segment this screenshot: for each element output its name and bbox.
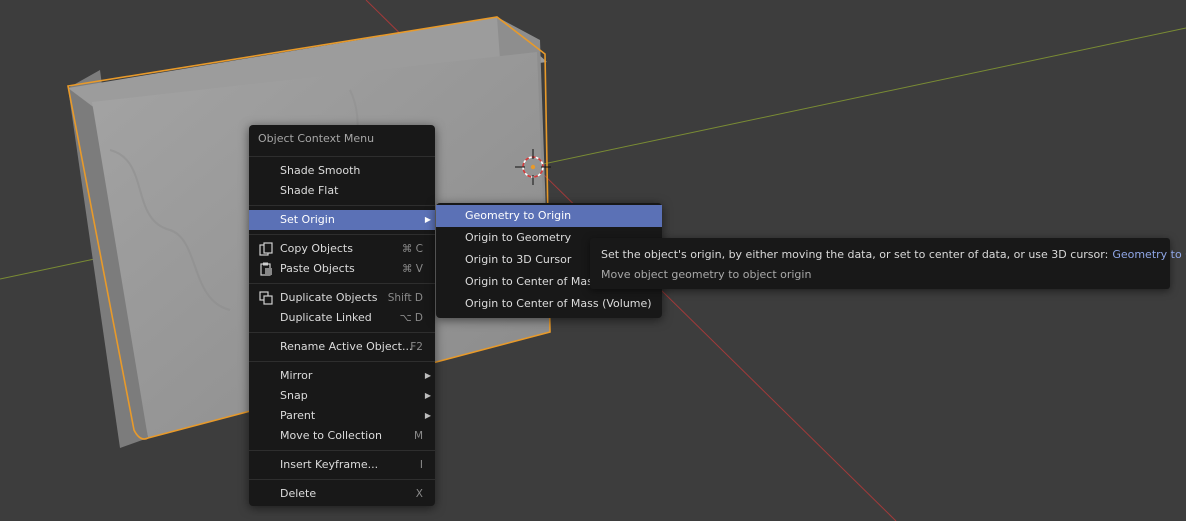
parent-label: Parent	[280, 409, 316, 422]
menu-divider	[249, 205, 435, 206]
insert-keyframe-label: Insert Keyframe...	[280, 458, 379, 471]
tooltip-description: Set the object's origin, by either movin…	[601, 248, 1109, 261]
menu-divider	[249, 156, 435, 157]
shade-flat-item[interactable]: Shade Flat	[249, 181, 435, 201]
copy-objects-item[interactable]: Copy Objects ⌘ C	[249, 239, 435, 259]
paste-objects-label: Paste Objects	[280, 262, 355, 275]
origin-to-center-of-mass-volume-item[interactable]: Origin to Center of Mass (Volume)	[436, 293, 662, 315]
shade-smooth-label: Shade Smooth	[280, 164, 361, 177]
tooltip-description-line: Set the object's origin, by either movin…	[601, 248, 1186, 261]
rename-shortcut: F2	[410, 341, 423, 353]
object-context-menu: Object Context Menu Shade Smooth Shade F…	[249, 125, 435, 506]
duplicate-objects-item[interactable]: Duplicate Objects Shift D	[249, 288, 435, 308]
delete-label: Delete	[280, 487, 317, 500]
menu-divider	[249, 332, 435, 333]
paste-shortcut: ⌘ V	[401, 263, 423, 275]
delete-item[interactable]: Delete X	[249, 484, 435, 504]
insert-keyframe-item[interactable]: Insert Keyframe... I	[249, 455, 435, 475]
parent-item[interactable]: Parent ▶	[249, 406, 435, 426]
duplicate-linked-item[interactable]: Duplicate Linked ⌥ D	[249, 308, 435, 328]
set-origin-label: Set Origin	[280, 213, 335, 226]
menu-divider	[249, 361, 435, 362]
move-shortcut: M	[413, 430, 423, 442]
rename-active-object-item[interactable]: Rename Active Object... F2	[249, 337, 435, 357]
delete-shortcut: X	[415, 488, 423, 500]
menu-divider	[249, 283, 435, 284]
rename-active-object-label: Rename Active Object...	[280, 340, 413, 353]
mirror-label: Mirror	[280, 369, 313, 382]
submenu-arrow-icon: ▶	[424, 411, 431, 420]
geometry-to-origin-item[interactable]: Geometry to Origin	[436, 205, 662, 227]
submenu-arrow-icon: ▶	[424, 391, 431, 400]
set-origin-item[interactable]: Set Origin ▶	[249, 210, 435, 230]
snap-item[interactable]: Snap ▶	[249, 386, 435, 406]
paste-objects-item[interactable]: Paste Objects ⌘ V	[249, 259, 435, 279]
duplicate-linked-label: Duplicate Linked	[280, 311, 372, 324]
snap-label: Snap	[280, 389, 308, 402]
menu-divider	[249, 450, 435, 451]
duplicate-icon	[259, 291, 273, 305]
shade-flat-label: Shade Flat	[280, 184, 339, 197]
submenu-item-label: Geometry to Origin	[465, 209, 572, 222]
submenu-item-label: Origin to Center of Mass (Volume)	[465, 297, 652, 310]
duplicate-shortcut: Shift D	[387, 292, 423, 304]
menu-divider	[249, 479, 435, 480]
submenu-item-label: Origin to Geometry	[465, 231, 572, 244]
tooltip-operator-name: Geometry to Origin	[1112, 248, 1186, 261]
move-to-collection-item[interactable]: Move to Collection M	[249, 426, 435, 446]
mirror-item[interactable]: Mirror ▶	[249, 366, 435, 386]
menu-title: Object Context Menu	[258, 132, 375, 145]
submenu-item-label: Origin to 3D Cursor	[465, 253, 572, 266]
paste-icon	[260, 262, 272, 276]
menu-divider	[249, 234, 435, 235]
operator-tooltip: Set the object's origin, by either movin…	[590, 238, 1186, 289]
tooltip-detail: Move object geometry to object origin	[601, 268, 812, 281]
submenu-arrow-icon: ▶	[424, 371, 431, 380]
submenu-arrow-icon: ▶	[424, 215, 431, 224]
shade-smooth-item[interactable]: Shade Smooth	[249, 161, 435, 181]
copy-objects-label: Copy Objects	[280, 242, 353, 255]
insert-keyframe-shortcut: I	[419, 459, 423, 471]
duplicate-linked-shortcut: ⌥ D	[399, 312, 423, 324]
move-to-collection-label: Move to Collection	[280, 429, 382, 442]
duplicate-objects-label: Duplicate Objects	[280, 291, 378, 304]
copy-icon	[259, 242, 273, 256]
copy-shortcut: ⌘ C	[401, 243, 423, 255]
